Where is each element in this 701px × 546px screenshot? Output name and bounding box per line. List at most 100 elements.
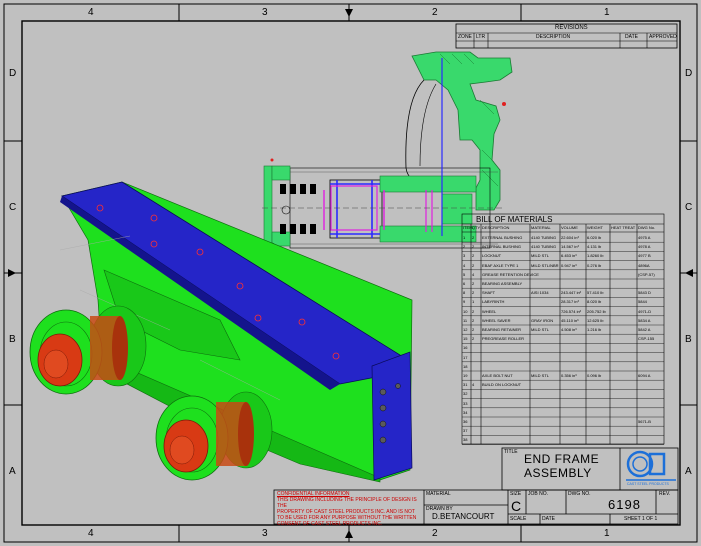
bom-cell: 9: [463, 299, 466, 305]
bom-cell: 2: [463, 244, 466, 250]
bom-cell: INTERNAL BUSHING: [482, 244, 521, 250]
bom-cell: 19: [463, 373, 468, 378]
date-label: DATE: [542, 516, 555, 522]
bom-header-cell: QTY: [472, 225, 481, 230]
bom-cell: 243.447 in³: [561, 290, 582, 296]
bom-cell: 5842 A: [638, 327, 651, 332]
bom-cell: 0.096 lb: [587, 373, 602, 378]
bom-cell: 4.508 in³: [561, 327, 577, 332]
bom-cell: 10: [463, 308, 468, 314]
bom-cell: 1.216 lb: [587, 327, 602, 332]
bom-cell: 57.410 lb: [587, 290, 604, 296]
bom-cell: BUILD ON LOCKNUT: [482, 382, 522, 388]
bom-cell: 45.110 in³: [561, 317, 579, 323]
size-label: SIZE: [510, 491, 522, 497]
revisions-header-description: DESCRIPTION: [536, 34, 571, 40]
drawn-by-value: D.BETANCOURT: [432, 512, 495, 521]
bom-cell: 5671-B: [638, 419, 651, 424]
confidential-line: THIS DRAWING INCLUDING THE PRINCIPLE OF …: [277, 497, 417, 509]
bom-cell: 28.317 in³: [561, 299, 579, 305]
zone-row-d-left: D: [9, 68, 17, 79]
bom-cell: 31: [463, 382, 468, 388]
bom-cell: MILD STL: [531, 327, 550, 332]
zone-col-2-bottom: 2: [432, 528, 438, 539]
csp-logo: [626, 450, 676, 481]
bom-cell: EBAF AXLE TYPE 1: [482, 262, 519, 268]
zone-col-2-top: 2: [432, 7, 438, 18]
zone-row-a-left: A: [9, 466, 16, 477]
bom-cell: 6.453 in³: [561, 253, 577, 259]
bom-cell: 8: [463, 290, 466, 296]
zone-col-3-bottom: 3: [262, 528, 268, 539]
bom-header-cell: WEIGHT: [587, 225, 603, 230]
confidential-notice: CONFIDENTIAL INFORMATION THIS DRAWING INC…: [277, 491, 422, 527]
size-value: C: [511, 498, 522, 514]
bom-cell: 36: [463, 419, 468, 424]
bom-cell: 4140 TUBING: [531, 235, 557, 240]
bom-cell: 18: [463, 363, 468, 369]
bom-cell: 0.356 in³: [561, 373, 577, 378]
bom-cell: 4971-D: [638, 308, 652, 314]
bom-cell: BEARING RETAINER: [482, 327, 522, 332]
bom-title: BILL OF MATERIALS: [476, 215, 553, 224]
bom-header-cell: HEAT TREAT: [611, 225, 636, 230]
material-label: MATERIAL: [426, 491, 451, 497]
wheel-front-left: [29, 305, 147, 395]
bom-cell: LABYRINTH: [482, 299, 505, 305]
drawing-title-line2: ASSEMBLY: [524, 466, 592, 480]
zone-col-3-top: 3: [262, 7, 268, 18]
bom-cell: PREGREASE ROLLER: [482, 336, 525, 342]
bom-cell: 34: [463, 409, 468, 415]
bom-cell: 5843 D: [638, 290, 651, 296]
bom-cell: BEARING ASSEMBLY: [482, 281, 523, 286]
bom-cell: 1: [472, 299, 475, 305]
zone-col-1-top: 1: [604, 7, 610, 18]
bom-cell: 726.574 in³: [561, 308, 582, 314]
zone-row-d-right: D: [685, 68, 693, 79]
bom-cell: 14.567 in³: [561, 244, 579, 250]
bom-cell: 15: [463, 336, 468, 342]
bom-cell: 0.276 lb: [587, 262, 602, 268]
confidential-line: CONSENT OF CAST STEEL PRODUCTS INC.: [277, 521, 383, 527]
bom-cell: GRAY IRON: [531, 317, 554, 323]
job-no-label: JOB NO.: [528, 491, 549, 497]
zone-row-a-right: A: [685, 466, 692, 477]
bom-header-cell: MATERIAL: [531, 225, 551, 230]
bom-cell: 4.131 lb: [587, 244, 602, 250]
bom-cell: 12: [463, 327, 468, 332]
bom-cell: 2: [472, 336, 475, 342]
bom-cell: 2: [472, 290, 475, 296]
bom-cell: 6.020 lb: [587, 235, 602, 240]
bom-cell: 4977 B: [638, 253, 651, 259]
bom-cell: 4896A: [638, 262, 650, 268]
bom-cell: 32: [463, 391, 468, 397]
revisions-header-approved: APPROVED: [649, 34, 677, 40]
bom-cell: 0.947 in³: [561, 262, 577, 268]
bom-cell: 8.020 lb: [587, 299, 602, 305]
bom-cell: 12.625 lb: [587, 317, 604, 323]
bom-cell: EXTERNAL BUSHING: [482, 235, 523, 240]
zone-row-c-right: C: [685, 202, 693, 213]
sheet-number: SHEET 1 OF 1: [624, 516, 658, 522]
wheel-rear-left: [155, 391, 273, 481]
bom-header-cell: VOLUME: [561, 225, 578, 230]
bom-cell: 3: [463, 253, 466, 259]
rev-label: REV.: [659, 491, 671, 497]
bom-cell: 2: [472, 262, 475, 268]
bom-header-cell: DESCRIPTION: [482, 225, 510, 230]
bom-cell: 205.752 lb: [587, 308, 606, 314]
bom-cell: 2: [472, 317, 475, 323]
bom-header-cell: DWG No.: [638, 225, 656, 230]
dwg-no-label: DWG NO.: [568, 491, 591, 497]
bom-cell: 16: [463, 345, 468, 351]
bom-cell: GREASE RETENTION DEVICE: [482, 271, 539, 277]
bom-cell: AXLE BOLT NUT: [482, 373, 513, 378]
revisions-header-zone: ZONE: [458, 34, 472, 40]
zone-row-b-left: B: [9, 334, 16, 345]
bom-cell: 2: [472, 308, 475, 314]
bom-cell: 2: [472, 235, 475, 240]
bom-cell: 4975 A: [638, 235, 651, 240]
bom-cell: LOCKNUT: [482, 253, 502, 259]
frame-3d-view: [29, 181, 413, 483]
bom-cell: AISI 1034: [531, 290, 549, 296]
